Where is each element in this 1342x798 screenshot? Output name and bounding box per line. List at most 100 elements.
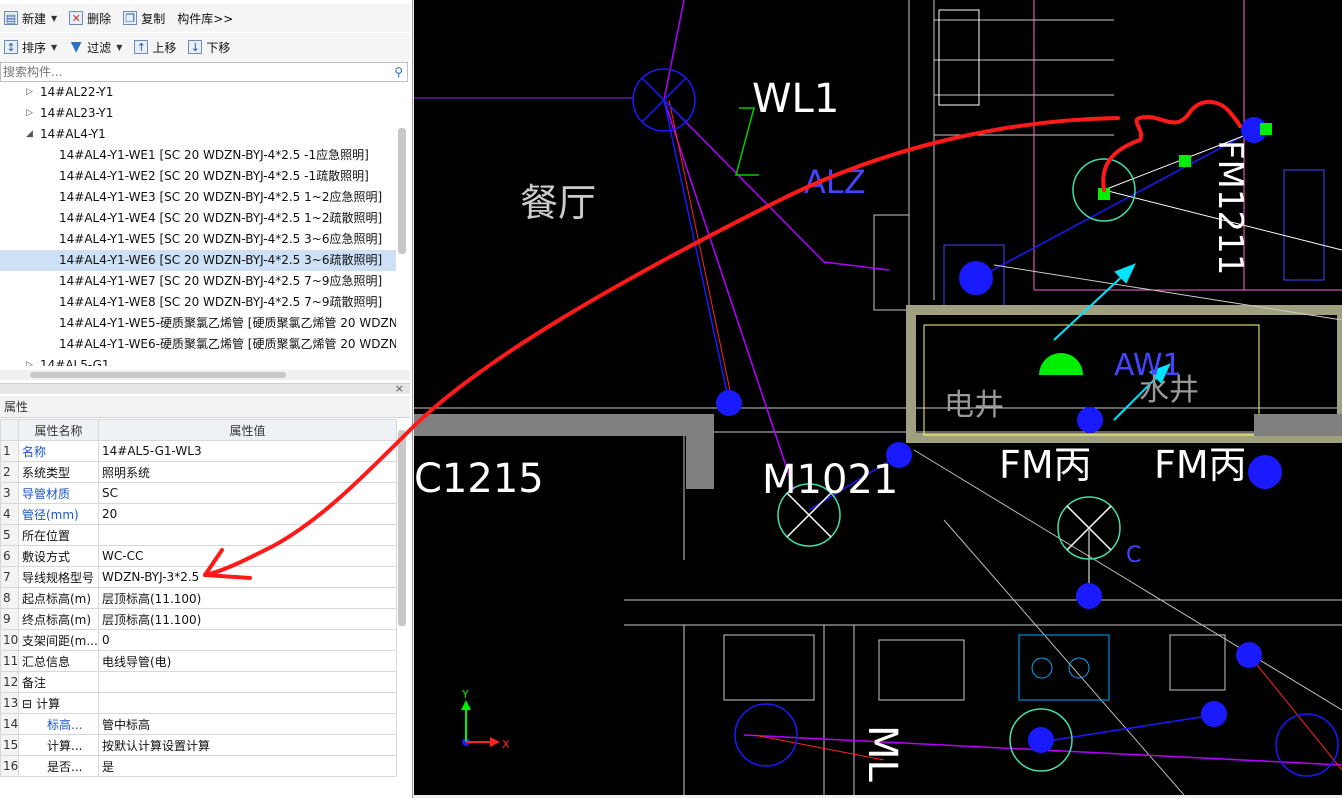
property-value[interactable]: 管中标高	[98, 713, 397, 735]
tree-vertical-scrollbar[interactable]	[398, 128, 406, 254]
chevron-right-icon[interactable]: ▷	[26, 82, 33, 103]
property-row[interactable]: 5 所在位置	[0, 524, 397, 546]
property-row[interactable]: 6 敷设方式 WC-CC	[0, 545, 397, 567]
property-row[interactable]: 11 汇总信息 电线导管(电)	[0, 650, 397, 672]
row-index: 4	[0, 503, 19, 525]
property-row[interactable]: 1 名称 14#AL5-G1-WL3	[0, 440, 397, 462]
label-elec-shaft: 电井	[944, 388, 1004, 423]
close-icon[interactable]: ×	[395, 382, 404, 395]
row-index: 14	[0, 713, 19, 735]
property-value[interactable]	[98, 671, 397, 693]
tree-item-label: 14#AL4-Y1-WE4 [SC 20 WDZN-BYJ-4*2.5 1~2疏…	[59, 211, 383, 225]
property-row[interactable]: 13 ⊟ 计算	[0, 692, 397, 714]
property-value[interactable]: SC	[98, 482, 397, 504]
properties-vertical-scrollbar[interactable]	[398, 430, 406, 626]
property-value[interactable]: 20	[98, 503, 397, 525]
tree-item[interactable]: 14#AL4-Y1-WE6-硬质聚氯乙烯管 [硬质聚氯乙烯管 20 WDZN-	[0, 334, 396, 355]
chevron-down-icon[interactable]: ◢	[26, 124, 33, 145]
property-row[interactable]: 2 系统类型 照明系统	[0, 461, 397, 483]
tree-item-label: 14#AL4-Y1-WE7 [SC 20 WDZN-BYJ-4*2.5 7~9应…	[59, 274, 383, 288]
property-row[interactable]: 10 支架间距(m... 0	[0, 629, 397, 651]
tree-item[interactable]: 14#AL4-Y1-WE6 [SC 20 WDZN-BYJ-4*2.5 3~6疏…	[0, 250, 396, 271]
row-index: 8	[0, 587, 19, 609]
tree-item[interactable]: 14#AL4-Y1-WE2 [SC 20 WDZN-BYJ-4*2.5 -1疏散…	[0, 166, 396, 187]
tree-item[interactable]: 14#AL4-Y1-WE5-硬质聚氯乙烯管 [硬质聚氯乙烯管 20 WDZN-	[0, 313, 396, 334]
property-value[interactable]: 0	[98, 629, 397, 651]
property-value[interactable]: 层顶标高(11.100)	[98, 587, 397, 609]
property-name: 支架间距(m...	[18, 629, 99, 651]
property-row[interactable]: 12 备注	[0, 671, 397, 693]
property-name-text: 管径(mm)	[22, 507, 79, 522]
wall-band	[1254, 414, 1342, 436]
delete-button[interactable]: ✕ 删除	[65, 7, 115, 29]
tree-folder-item[interactable]: ▷ 14#AL23-Y1	[0, 103, 396, 124]
tree-folder-item[interactable]: ◢ 14#AL4-Y1	[0, 124, 396, 145]
search-icon[interactable]: ⚲	[394, 65, 403, 79]
new-button[interactable]: ▤ 新建 ▼	[0, 7, 61, 29]
delete-icon: ✕	[69, 11, 84, 25]
cad-canvas[interactable]: WL1 ALZ 餐厅 AW1 电井 水井 C1215 M1021 FM丙 FM丙…	[414, 0, 1342, 795]
property-row[interactable]: 3 导管材质 SC	[0, 482, 397, 504]
property-name-text: 标高...	[47, 717, 83, 732]
row-index: 1	[0, 440, 19, 462]
property-name: 系统类型	[18, 461, 99, 483]
property-value[interactable]: WDZN-BYJ-3*2.5	[98, 566, 397, 588]
label-c1215: C1215	[414, 456, 544, 502]
tree-item[interactable]: 14#AL4-Y1-WE1 [SC 20 WDZN-BYJ-4*2.5 -1应急…	[0, 145, 396, 166]
property-value[interactable]: 14#AL5-G1-WL3	[98, 440, 397, 462]
filter-icon: ▼	[70, 39, 82, 55]
property-row[interactable]: 14 标高... 管中标高	[0, 713, 397, 735]
property-value[interactable]: 照明系统	[98, 461, 397, 483]
tree-folder-item[interactable]: ▷ 14#AL22-Y1	[0, 82, 396, 103]
move-down-button[interactable]: ↓ 下移	[184, 36, 234, 58]
tree-item[interactable]: 14#AL4-Y1-WE8 [SC 20 WDZN-BYJ-4*2.5 7~9疏…	[0, 292, 396, 313]
copy-button[interactable]: ❐ 复制	[119, 7, 169, 29]
tree-item-label: 14#AL4-Y1-WE6 [SC 20 WDZN-BYJ-4*2.5 3~6疏…	[59, 253, 383, 267]
row-index: 7	[0, 566, 19, 588]
property-name: 导线规格型号	[18, 566, 99, 588]
chevron-right-icon[interactable]: ▷	[26, 103, 33, 124]
property-value[interactable]: 是	[98, 755, 397, 777]
property-row[interactable]: 7 导线规格型号 WDZN-BYJ-3*2.5	[0, 566, 397, 588]
tree-folder-item[interactable]: ▷ 14#AL5-G1	[0, 355, 396, 366]
property-row[interactable]: 4 管径(mm) 20	[0, 503, 397, 525]
scrollbar-thumb[interactable]	[30, 372, 286, 378]
tree-item[interactable]: 14#AL4-Y1-WE7 [SC 20 WDZN-BYJ-4*2.5 7~9应…	[0, 271, 396, 292]
chevron-right-icon[interactable]: ▷	[26, 355, 33, 366]
new-icon: ▤	[4, 11, 18, 25]
property-row[interactable]: 16 是否... 是	[0, 755, 397, 777]
sort-label: 排序	[22, 40, 47, 55]
component-library-label: 构件库>>	[177, 11, 234, 26]
new-label: 新建	[22, 11, 47, 26]
row-index: 15	[0, 734, 19, 756]
search-input[interactable]	[1, 63, 383, 81]
delete-label: 删除	[87, 11, 112, 26]
row-index: 16	[0, 755, 19, 777]
property-name-text: 导管材质	[22, 486, 71, 501]
move-up-label: 上移	[152, 40, 177, 55]
property-name: 敷设方式	[18, 545, 99, 567]
properties-title: 属性	[0, 396, 410, 418]
property-row[interactable]: 8 起点标高(m) 层顶标高(11.100)	[0, 587, 397, 609]
label-alz: ALZ	[804, 163, 866, 201]
label-fm-2: FM丙	[1154, 443, 1247, 487]
property-row[interactable]: 15 计算... 按默认计算设置计算	[0, 734, 397, 756]
property-value[interactable]: 层顶标高(11.100)	[98, 608, 397, 630]
sort-button[interactable]: ↕ 排序 ▼	[0, 36, 61, 58]
collapse-icon[interactable]: ⊟	[22, 697, 32, 711]
tree-horizontal-scrollbar[interactable]	[0, 370, 410, 380]
property-value[interactable]: WC-CC	[98, 545, 397, 567]
tree-item[interactable]: 14#AL4-Y1-WE4 [SC 20 WDZN-BYJ-4*2.5 1~2疏…	[0, 208, 396, 229]
tree-item-label: 14#AL4-Y1-WE8 [SC 20 WDZN-BYJ-4*2.5 7~9疏…	[59, 295, 383, 309]
property-value[interactable]	[98, 692, 397, 714]
property-row[interactable]: 9 终点标高(m) 层顶标高(11.100)	[0, 608, 397, 630]
tree-item[interactable]: 14#AL4-Y1-WE5 [SC 20 WDZN-BYJ-4*2.5 3~6应…	[0, 229, 396, 250]
property-value[interactable]: 按默认计算设置计算	[98, 734, 397, 756]
property-value[interactable]: 电线导管(电)	[98, 650, 397, 672]
component-library-button[interactable]: 构件库>>	[173, 7, 237, 29]
property-value[interactable]	[98, 524, 397, 546]
move-up-button[interactable]: ↑ 上移	[130, 36, 180, 58]
tree-item[interactable]: 14#AL4-Y1-WE3 [SC 20 WDZN-BYJ-4*2.5 1~2应…	[0, 187, 396, 208]
filter-button[interactable]: ▼ 过滤 ▼	[65, 36, 126, 58]
panel-splitter[interactable]: ×	[0, 382, 410, 395]
